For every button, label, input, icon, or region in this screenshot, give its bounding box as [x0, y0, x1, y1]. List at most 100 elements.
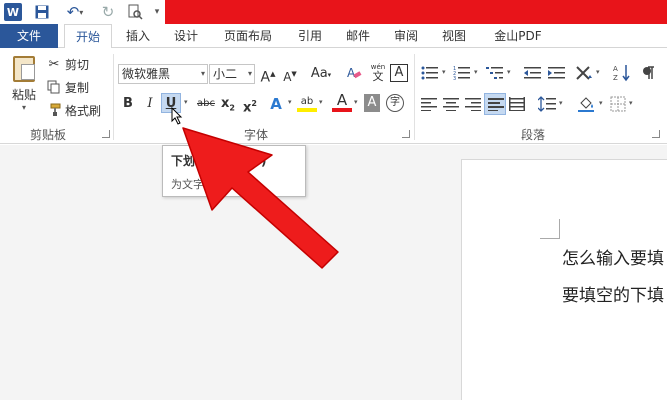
superscript-button[interactable]: x2 [240, 94, 260, 115]
italic-icon: I [147, 96, 153, 111]
undo-icon: ↶ [66, 3, 80, 21]
customize-qat-button[interactable]: ▾ [152, 3, 162, 21]
print-preview-button[interactable] [126, 3, 144, 21]
font-color-button[interactable]: A [332, 92, 352, 112]
font-dialog-launcher[interactable] [402, 130, 410, 138]
decrease-indent-icon [524, 67, 541, 79]
subscript-button[interactable]: x2 [218, 94, 238, 114]
undo-button[interactable]: ↶ ▾ [62, 3, 88, 21]
grow-font-button[interactable]: A▲ [258, 64, 278, 86]
multilevel-list-icon [486, 67, 503, 79]
redo-button[interactable]: ↻ [100, 3, 116, 21]
shading-button[interactable] [578, 96, 594, 112]
tab-home[interactable]: 开始 [64, 24, 112, 49]
tab-mailings[interactable]: 邮件 [336, 24, 380, 48]
shading-dropdown[interactable]: ▾ [599, 99, 603, 107]
change-case-icon: Aa [310, 66, 328, 81]
bullet-list-icon [421, 66, 438, 80]
character-border-icon: A [394, 65, 404, 80]
paste-label: 粘贴 [11, 88, 36, 102]
numbering-button[interactable]: 123 [453, 66, 470, 82]
paragraph-group-label: 段落 [521, 128, 546, 142]
asian-layout-dropdown[interactable]: ▾ [596, 68, 600, 76]
decrease-indent-button[interactable] [524, 66, 541, 80]
copy-icon [46, 79, 62, 95]
tooltip-description: 为文字添加下划线。 [171, 178, 270, 191]
highlight-button[interactable]: ab [297, 92, 317, 112]
borders-button[interactable] [610, 96, 626, 112]
asian-layout-icon [576, 66, 592, 80]
borders-dropdown[interactable]: ▾ [629, 99, 633, 107]
shrink-font-button[interactable]: A▼ [280, 64, 300, 84]
svg-text:3: 3 [453, 76, 456, 80]
font-name-input[interactable]: 微软雅黑 ▾ [118, 64, 208, 84]
numbering-dropdown[interactable]: ▾ [474, 68, 478, 76]
group-divider [113, 54, 114, 140]
align-right-button[interactable] [465, 97, 481, 111]
text-effects-button[interactable]: A [266, 94, 286, 114]
paragraph-mark-icon [643, 66, 654, 79]
phonetic-guide-button[interactable]: wén 文 [368, 62, 388, 82]
mouse-cursor-icon [171, 107, 183, 125]
document-page[interactable] [461, 159, 667, 400]
multilevel-dropdown[interactable]: ▾ [507, 68, 511, 76]
character-shading-icon: A [367, 95, 377, 110]
tab-insert[interactable]: 插入 [116, 24, 160, 48]
copy-button[interactable]: 复制 [46, 77, 89, 97]
bullets-dropdown[interactable]: ▾ [442, 68, 446, 76]
document-text-line[interactable]: 怎么输入要填 [562, 244, 664, 269]
font-size-input[interactable]: 小二 ▾ [209, 64, 255, 84]
tab-wps-pdf[interactable]: 金山PDF [484, 24, 552, 48]
tab-file[interactable]: 文件 [0, 24, 58, 48]
enclose-characters-button[interactable]: 字 [386, 94, 404, 112]
group-divider [414, 54, 415, 140]
line-spacing-dropdown[interactable]: ▾ [559, 99, 563, 107]
justify-button[interactable] [484, 93, 506, 115]
bold-button[interactable]: B [118, 94, 138, 114]
align-left-button[interactable] [421, 97, 437, 111]
document-text-line[interactable]: 要填空的下填 [562, 281, 664, 306]
tab-review[interactable]: 审阅 [384, 24, 428, 48]
sort-icon: AZ [613, 65, 630, 82]
distributed-button[interactable] [509, 97, 525, 111]
line-spacing-button[interactable] [537, 96, 556, 112]
svg-text:Z: Z [613, 74, 618, 82]
font-color-dropdown[interactable]: ▾ [354, 98, 358, 106]
paragraph-dialog-launcher[interactable] [652, 130, 660, 138]
save-button[interactable] [34, 3, 50, 21]
clear-formatting-button[interactable]: A [344, 64, 364, 84]
chevron-down-icon: ▾ [200, 69, 205, 78]
tab-view[interactable]: 视图 [432, 24, 476, 48]
clipboard-dialog-launcher[interactable] [102, 130, 110, 138]
show-hide-marks-button[interactable] [642, 66, 658, 80]
cut-button[interactable]: ✂ 剪切 [46, 54, 89, 74]
underline-tooltip: 下划线 (Ctrl+U) 为文字添加下划线。 [162, 145, 306, 197]
character-border-button[interactable]: A [390, 64, 408, 82]
text-effects-dropdown[interactable]: ▾ [288, 98, 292, 106]
bullets-button[interactable] [421, 66, 438, 80]
highlight-dropdown[interactable]: ▾ [319, 98, 323, 106]
line-spacing-icon [537, 96, 556, 112]
asian-layout-button[interactable] [575, 65, 592, 80]
tab-layout[interactable]: 页面布局 [212, 24, 284, 48]
tooltip-title: 下划线 (Ctrl+U) [171, 154, 267, 168]
save-icon [35, 5, 49, 19]
tab-design[interactable]: 设计 [164, 24, 208, 48]
underline-dropdown[interactable]: ▾ [184, 98, 188, 106]
align-center-icon [443, 98, 459, 111]
strikethrough-button[interactable]: abc [194, 94, 218, 114]
align-center-button[interactable] [443, 97, 459, 111]
sort-button[interactable]: AZ [613, 64, 630, 82]
change-case-button[interactable]: Aa▾ [307, 64, 335, 84]
format-painter-button[interactable]: 格式刷 [46, 100, 101, 120]
tab-references[interactable]: 引用 [288, 24, 332, 48]
paste-button[interactable]: 粘贴 ▾ [6, 54, 42, 118]
character-shading-button[interactable]: A [364, 94, 380, 112]
increase-indent-button[interactable] [548, 66, 565, 80]
paintbrush-icon [46, 102, 62, 118]
italic-button[interactable]: I [140, 94, 160, 114]
multilevel-list-button[interactable] [486, 66, 503, 80]
redo-icon: ↻ [101, 3, 115, 21]
chevron-down-icon: ▾ [247, 69, 252, 78]
svg-text:A: A [347, 66, 356, 80]
